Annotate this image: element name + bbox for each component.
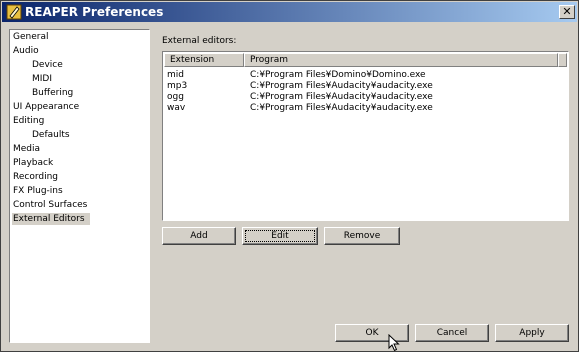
mouse-pointer-icon: [388, 334, 400, 352]
title-bar[interactable]: REAPER Preferences ✕: [2, 2, 577, 22]
row-program: C:¥Program Files¥Audacity¥audacity.exe: [250, 92, 433, 102]
reaper-app-icon: [6, 4, 22, 20]
header-scroll-corner: [558, 53, 567, 67]
add-button[interactable]: Add: [162, 227, 236, 245]
tree-item-media[interactable]: Media: [13, 143, 40, 155]
tree-item-general[interactable]: General: [13, 31, 48, 43]
external-editors-list[interactable]: Extension Program mid C:¥Program Files¥D…: [162, 51, 569, 221]
tree-item-midi[interactable]: MIDI: [32, 73, 52, 85]
tree-item-defaults[interactable]: Defaults: [32, 129, 70, 141]
row-extension: wav: [167, 103, 186, 113]
close-button[interactable]: ✕: [559, 5, 575, 19]
remove-button[interactable]: Remove: [324, 227, 400, 245]
row-extension: mp3: [167, 81, 188, 91]
column-header-program[interactable]: Program: [244, 53, 558, 67]
tree-item-audio[interactable]: Audio: [13, 45, 39, 57]
tree-item-playback[interactable]: Playback: [13, 157, 53, 169]
apply-button[interactable]: Apply: [495, 324, 569, 342]
tree-item-editing[interactable]: Editing: [13, 115, 44, 127]
row-extension: ogg: [167, 92, 184, 102]
edit-button[interactable]: Edit: [242, 227, 318, 245]
tree-item-fx-plugins[interactable]: FX Plug-ins: [13, 185, 63, 197]
close-icon: ✕: [562, 5, 572, 18]
tree-item-ui-appearance[interactable]: UI Appearance: [13, 101, 79, 113]
column-header-extension[interactable]: Extension: [164, 53, 244, 67]
window-title: REAPER Preferences: [25, 5, 164, 19]
external-editors-label: External editors:: [162, 36, 237, 46]
tree-item-buffering[interactable]: Buffering: [32, 87, 73, 99]
preferences-window: REAPER Preferences ✕ General Audio Devic…: [0, 0, 579, 352]
row-program: C:¥Program Files¥Audacity¥audacity.exe: [250, 103, 433, 113]
row-program: C:¥Program Files¥Domino¥Domino.exe: [250, 70, 426, 80]
tree-item-control-surfaces[interactable]: Control Surfaces: [13, 199, 87, 211]
cancel-button[interactable]: Cancel: [415, 324, 489, 342]
row-program: C:¥Program Files¥Audacity¥audacity.exe: [250, 81, 433, 91]
preferences-tree[interactable]: General Audio Device MIDI Buffering UI A…: [9, 29, 150, 343]
tree-item-recording[interactable]: Recording: [13, 171, 58, 183]
tree-item-device[interactable]: Device: [32, 59, 63, 71]
tree-item-external-editors[interactable]: External Editors: [12, 213, 90, 225]
row-extension: mid: [167, 70, 184, 80]
